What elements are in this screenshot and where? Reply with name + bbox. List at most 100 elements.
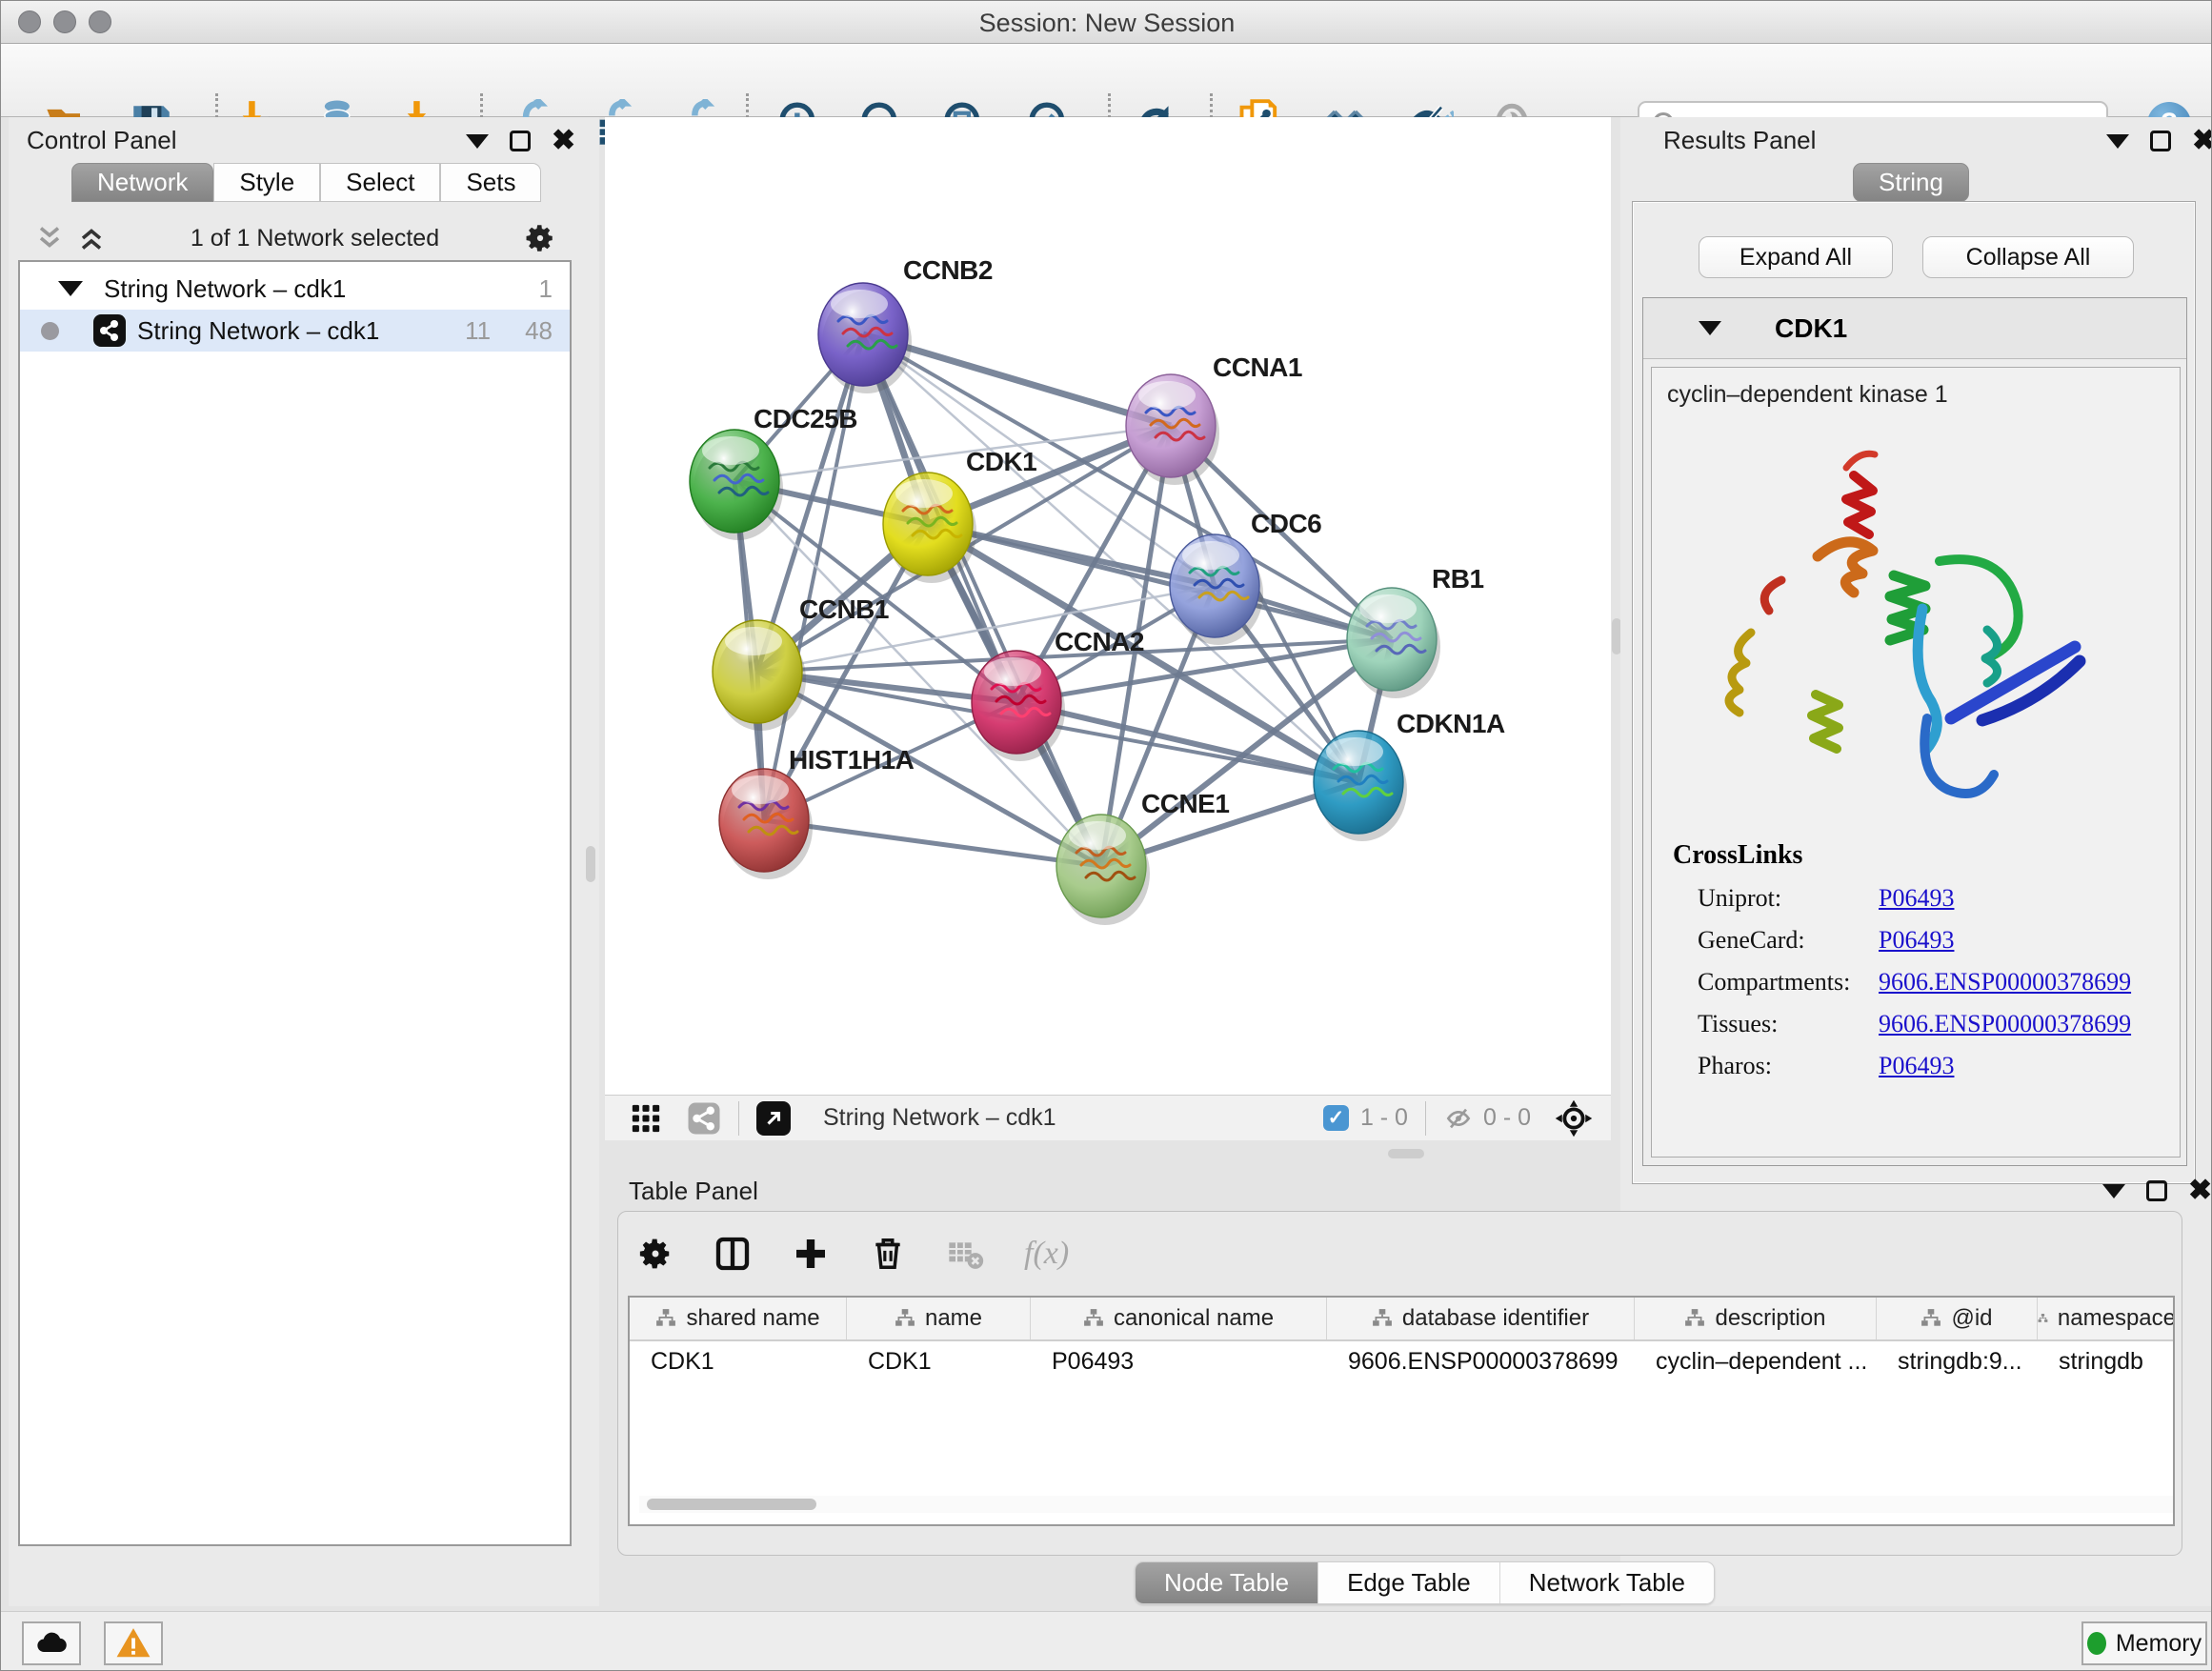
memory-label: Memory — [2116, 1630, 2202, 1658]
select-columns-icon[interactable] — [714, 1235, 752, 1273]
crosslinks-title: CrossLinks — [1673, 840, 2180, 871]
node-label-CCNB1: CCNB1 — [799, 594, 889, 624]
table-cell[interactable]: CDK1 — [630, 1341, 847, 1381]
network-canvas[interactable]: CCNB2CCNA1CDC25BCDK1CDC6RB1CCNB1CCNA2CDK… — [605, 117, 1611, 1095]
table-panel-title: Table Panel — [629, 1177, 758, 1206]
table-cell[interactable]: cyclin–dependent ... — [1635, 1341, 1877, 1381]
cloud-icon — [34, 1626, 69, 1661]
node-label-CDK1: CDK1 — [966, 447, 1036, 476]
protein-name: CDK1 — [1775, 313, 1847, 344]
left-splitter-handle[interactable] — [586, 846, 595, 882]
app-statusbar: Memory — [1, 1611, 2212, 1671]
protein-structure-image — [1694, 418, 2113, 818]
share-view-icon[interactable] — [687, 1101, 721, 1136]
node-label-CDKN1A: CDKN1A — [1397, 709, 1505, 738]
crosslink-link[interactable]: 9606.ENSP00000378699 — [1879, 968, 2131, 997]
network-collection-row[interactable]: String Network – cdk1 1 — [20, 268, 570, 310]
float-panel-icon[interactable] — [2150, 131, 2171, 151]
collection-expander-icon[interactable] — [58, 281, 83, 296]
column-label: @id — [1951, 1305, 1992, 1332]
memory-button[interactable]: Memory — [2081, 1621, 2207, 1665]
table-cell[interactable]: stringdb — [2038, 1341, 2175, 1381]
panel-menu-icon[interactable] — [466, 134, 489, 149]
column-header-4[interactable]: description — [1635, 1298, 1877, 1339]
network-node-CCNE1[interactable]: CCNE1 — [1056, 789, 1229, 925]
table-panel-header: Table Panel ✖ — [605, 1171, 2212, 1209]
detach-view-icon[interactable] — [756, 1101, 791, 1136]
table-row[interactable]: CDK1CDK1P064939606.ENSP00000378699cyclin… — [630, 1341, 2173, 1381]
network-edge[interactable] — [928, 524, 1392, 639]
collapse-all-button[interactable]: Collapse All — [1922, 236, 2134, 278]
close-panel-icon[interactable]: ✖ — [2192, 131, 2212, 151]
tab-edge-table[interactable]: Edge Table — [1318, 1562, 1500, 1603]
table-settings-gear-icon[interactable] — [637, 1236, 674, 1272]
crosslink-row: Uniprot: P06493 — [1698, 884, 2180, 913]
table-cell[interactable]: P06493 — [1031, 1341, 1327, 1381]
crosshair-icon[interactable] — [1554, 1098, 1594, 1138]
column-label: namespace — [2058, 1305, 2175, 1332]
panel-menu-icon[interactable] — [2106, 134, 2129, 149]
expand-all-icon[interactable] — [77, 224, 106, 252]
node-label-RB1: RB1 — [1432, 564, 1484, 594]
crosslink-link[interactable]: P06493 — [1879, 884, 1954, 913]
network-node-CDC6[interactable]: CDC6 — [1170, 509, 1321, 645]
network-edge[interactable] — [764, 820, 1101, 866]
network-node-HIST1H1A[interactable]: HIST1H1A — [719, 745, 915, 879]
close-panel-icon[interactable]: ✖ — [2188, 1180, 2212, 1201]
node-table: shared namenamecanonical namedatabase id… — [628, 1296, 2175, 1526]
horizontal-splitter-handle[interactable] — [1388, 1149, 1424, 1158]
grid-icon[interactable] — [630, 1102, 662, 1135]
tab-style[interactable]: Style — [213, 163, 320, 202]
crosslink-link[interactable]: 9606.ENSP00000378699 — [1879, 1010, 2131, 1038]
scrollbar-thumb[interactable] — [647, 1499, 816, 1510]
panel-menu-icon[interactable] — [2102, 1184, 2125, 1198]
node-label-CDC6: CDC6 — [1251, 509, 1321, 538]
tab-network[interactable]: Network — [71, 163, 213, 202]
section-expander-icon[interactable] — [1699, 321, 1721, 335]
column-header-2[interactable]: canonical name — [1031, 1298, 1327, 1339]
collapse-all-icon[interactable] — [35, 224, 64, 252]
column-hierarchy-icon — [1083, 1308, 1104, 1329]
network-node-CDKN1A[interactable]: CDKN1A — [1314, 709, 1505, 841]
gear-icon[interactable] — [524, 222, 556, 254]
float-panel-icon[interactable] — [510, 131, 531, 151]
network-node-CCNB1[interactable]: CCNB1 — [713, 594, 889, 731]
control-panel-tabs: Network Style Select Sets — [71, 163, 541, 202]
table-cell[interactable]: stringdb:9... — [1877, 1341, 2038, 1381]
cloud-button[interactable] — [22, 1621, 81, 1665]
memory-status-icon — [2087, 1632, 2106, 1655]
column-header-1[interactable]: name — [847, 1298, 1031, 1339]
tab-sets[interactable]: Sets — [440, 163, 541, 202]
tab-node-table[interactable]: Node Table — [1136, 1562, 1318, 1603]
network-node-CCNA2[interactable]: CCNA2 — [972, 627, 1144, 761]
crosslink-link[interactable]: P06493 — [1879, 926, 1954, 955]
network-node-CDC25B[interactable]: CDC25B — [690, 404, 857, 540]
table-cell[interactable]: 9606.ENSP00000378699 — [1327, 1341, 1635, 1381]
hidden-eye-icon — [1443, 1103, 1474, 1134]
close-panel-icon[interactable]: ✖ — [552, 131, 575, 151]
tab-select[interactable]: Select — [320, 163, 440, 202]
selected-checkbox-icon[interactable]: ✓ — [1323, 1105, 1349, 1131]
column-header-0[interactable]: shared name — [630, 1298, 847, 1339]
crosslink-link[interactable]: P06493 — [1879, 1052, 1954, 1080]
protein-section-header[interactable]: CDK1 — [1643, 298, 2186, 359]
tab-network-table[interactable]: Network Table — [1500, 1562, 1714, 1603]
expand-all-button[interactable]: Expand All — [1699, 236, 1893, 278]
add-column-icon[interactable] — [792, 1235, 830, 1273]
network-node-RB1[interactable]: RB1 — [1347, 564, 1484, 698]
warnings-button[interactable] — [104, 1621, 163, 1665]
column-header-5[interactable]: @id — [1877, 1298, 2038, 1339]
table-horizontal-scrollbar[interactable] — [639, 1496, 2175, 1513]
crosslink-label: GeneCard: — [1698, 926, 1879, 955]
node-label-CCNA1: CCNA1 — [1213, 352, 1302, 382]
network-row-selected[interactable]: String Network – cdk1 11 48 — [20, 310, 570, 352]
column-header-3[interactable]: database identifier — [1327, 1298, 1635, 1339]
table-cell[interactable]: CDK1 — [847, 1341, 1031, 1381]
node-label-HIST1H1A: HIST1H1A — [789, 745, 915, 775]
tab-string[interactable]: String — [1853, 163, 1969, 202]
delete-column-trash-icon[interactable] — [870, 1236, 906, 1272]
network-edge[interactable] — [863, 334, 1101, 866]
current-network-name: String Network – cdk1 — [823, 1104, 1056, 1132]
float-panel-icon[interactable] — [2146, 1180, 2167, 1201]
column-header-6[interactable]: namespace — [2038, 1298, 2175, 1339]
